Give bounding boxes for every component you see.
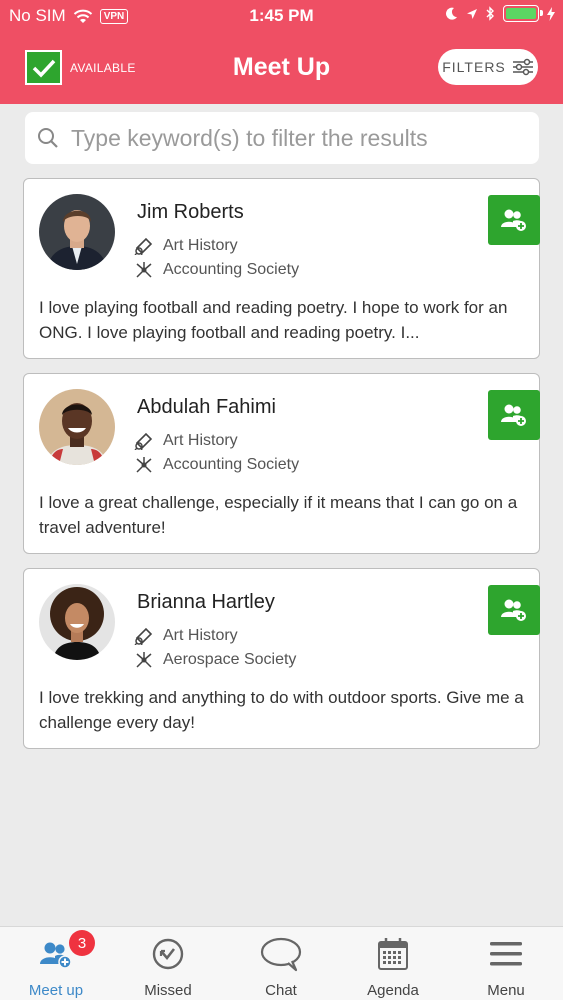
filters-button[interactable]: FILTERS <box>438 49 538 85</box>
person-card[interactable]: Brianna Hartley Art History Aerospace So… <box>23 568 540 749</box>
tab-agenda[interactable]: Agenda <box>337 927 449 1000</box>
tab-label: Meet up <box>28 982 84 999</box>
search-icon <box>38 128 58 148</box>
add-contact-button[interactable] <box>488 195 540 245</box>
tab-label: Missed <box>144 982 192 999</box>
search-bar[interactable]: Type keyword(s) to filter the results <box>25 112 539 164</box>
diploma-icon <box>134 627 153 645</box>
app-header: No SIM VPN 1:45 PM AVAILABLE Meet Up FIL… <box>0 0 563 104</box>
add-contact-button[interactable] <box>488 585 540 635</box>
missed-icon <box>152 938 184 970</box>
tab-label: Agenda <box>367 982 419 999</box>
person-name: Abdulah Fahimi <box>137 396 276 418</box>
people-icon <box>40 942 72 968</box>
tab-bar: 3 Meet up Missed Chat Agenda Menu <box>0 926 563 1000</box>
person-card[interactable]: Abdulah Fahimi Art History Accounting So… <box>23 373 540 554</box>
course-label: Art History <box>163 237 238 254</box>
network-icon <box>136 457 152 473</box>
tab-chat[interactable]: Chat <box>225 927 337 1000</box>
course-row: Art History <box>134 237 238 255</box>
society-label: Aerospace Society <box>163 651 297 668</box>
search-input[interactable]: Type keyword(s) to filter the results <box>71 125 428 152</box>
charging-icon <box>547 6 555 21</box>
battery-icon <box>503 5 543 22</box>
avatar <box>39 194 115 270</box>
add-users-icon <box>501 209 526 231</box>
society-row: Aerospace Society <box>134 651 296 669</box>
location-arrow-icon <box>467 8 477 19</box>
diploma-icon <box>134 237 153 255</box>
tab-menu[interactable]: Menu <box>450 927 562 1000</box>
person-bio: I love a great challenge, especially if … <box>39 493 518 537</box>
society-row: Accounting Society <box>134 261 299 279</box>
society-label: Accounting Society <box>163 261 300 278</box>
avatar <box>39 389 115 465</box>
avatar <box>39 584 115 660</box>
notification-badge: 3 <box>69 930 95 956</box>
sliders-icon <box>512 58 533 76</box>
network-icon <box>136 652 152 668</box>
tab-meet-up[interactable]: 3 Meet up <box>0 927 112 1000</box>
course-label: Art History <box>163 432 238 449</box>
tab-label: Menu <box>487 982 525 999</box>
course-label: Art History <box>163 627 238 644</box>
add-contact-button[interactable] <box>488 390 540 440</box>
course-row: Art History <box>134 627 238 645</box>
chat-icon <box>260 937 302 972</box>
society-row: Accounting Society <box>134 456 299 474</box>
person-name: Brianna Hartley <box>137 591 275 613</box>
person-bio: I love trekking and anything to do with … <box>39 688 524 732</box>
person-name: Jim Roberts <box>137 201 244 223</box>
person-card[interactable]: Jim Roberts Art History Accounting Socie… <box>23 178 540 359</box>
bluetooth-icon <box>486 6 494 21</box>
tab-missed[interactable]: Missed <box>112 927 224 1000</box>
diploma-icon <box>134 432 153 450</box>
society-label: Accounting Society <box>163 456 300 473</box>
add-users-icon <box>501 599 526 621</box>
network-icon <box>136 262 152 278</box>
course-row: Art History <box>134 432 238 450</box>
filters-label: FILTERS <box>442 59 506 75</box>
moon-icon <box>446 7 457 20</box>
calendar-icon <box>378 938 408 970</box>
status-bar: No SIM VPN 1:45 PM <box>0 0 563 32</box>
add-users-icon <box>501 404 526 426</box>
tab-label: Chat <box>265 982 297 999</box>
menu-icon <box>490 942 522 966</box>
person-bio: I love playing football and reading poet… <box>39 298 508 342</box>
